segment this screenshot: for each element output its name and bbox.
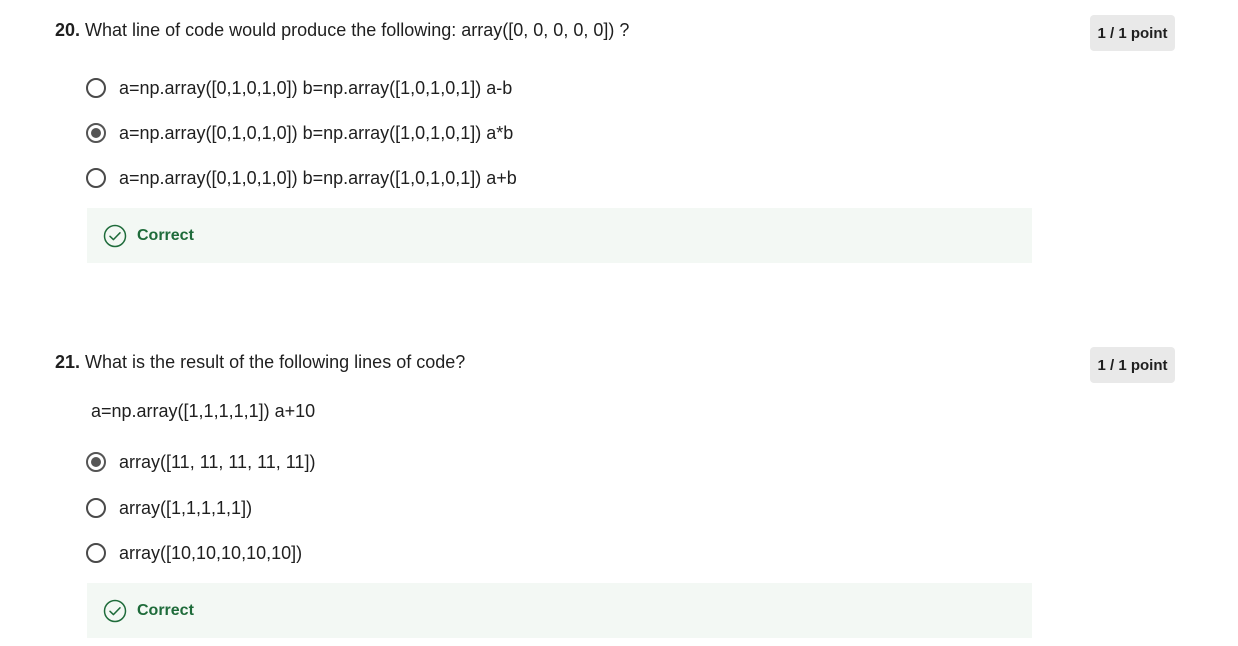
feedback-box: Correct bbox=[87, 583, 1032, 638]
question-text: What is the result of the following line… bbox=[85, 352, 466, 372]
radio-button[interactable] bbox=[86, 543, 106, 563]
answer-option[interactable]: a=np.array([0,1,0,1,0]) b=np.array([1,0,… bbox=[86, 119, 513, 147]
question-title: 20. What line of code would produce the … bbox=[55, 18, 629, 42]
radio-button-selected[interactable] bbox=[86, 123, 106, 143]
feedback-box: Correct bbox=[87, 208, 1032, 263]
feedback-text: Correct bbox=[137, 601, 194, 619]
check-circle-icon bbox=[103, 599, 127, 623]
check-circle-icon bbox=[103, 224, 127, 248]
answer-option[interactable]: array([11, 11, 11, 11, 11]) bbox=[86, 448, 315, 476]
option-label: array([10,10,10,10,10]) bbox=[119, 542, 303, 563]
option-label: a=np.array([0,1,0,1,0]) b=np.array([1,0,… bbox=[119, 122, 514, 143]
radio-button[interactable] bbox=[86, 168, 106, 188]
question-code: a=np.array([1,1,1,1,1]) a+10 bbox=[91, 401, 316, 421]
option-label: array([11, 11, 11, 11, 11]) bbox=[119, 451, 316, 472]
option-label: a=np.array([0,1,0,1,0]) b=np.array([1,0,… bbox=[119, 77, 513, 98]
points-badge: 1 / 1 point bbox=[1090, 15, 1175, 51]
option-label: array([1,1,1,1,1]) bbox=[119, 497, 253, 518]
points-badge: 1 / 1 point bbox=[1090, 347, 1175, 383]
answer-option[interactable]: array([10,10,10,10,10]) bbox=[86, 539, 302, 567]
question-title: 21. What is the result of the following … bbox=[55, 350, 465, 374]
answer-option[interactable]: a=np.array([0,1,0,1,0]) b=np.array([1,0,… bbox=[86, 164, 517, 192]
feedback-text: Correct bbox=[137, 226, 194, 244]
option-label: a=np.array([0,1,0,1,0]) b=np.array([1,0,… bbox=[119, 167, 517, 188]
answer-option[interactable]: a=np.array([0,1,0,1,0]) b=np.array([1,0,… bbox=[86, 74, 512, 102]
answer-option[interactable]: array([1,1,1,1,1]) bbox=[86, 494, 252, 522]
question-number: 21. bbox=[55, 352, 81, 372]
question-number: 20. bbox=[55, 20, 81, 40]
radio-button[interactable] bbox=[86, 498, 106, 518]
radio-button-selected[interactable] bbox=[86, 452, 106, 472]
question-text: What line of code would produce the foll… bbox=[85, 20, 630, 40]
radio-button[interactable] bbox=[86, 78, 106, 98]
